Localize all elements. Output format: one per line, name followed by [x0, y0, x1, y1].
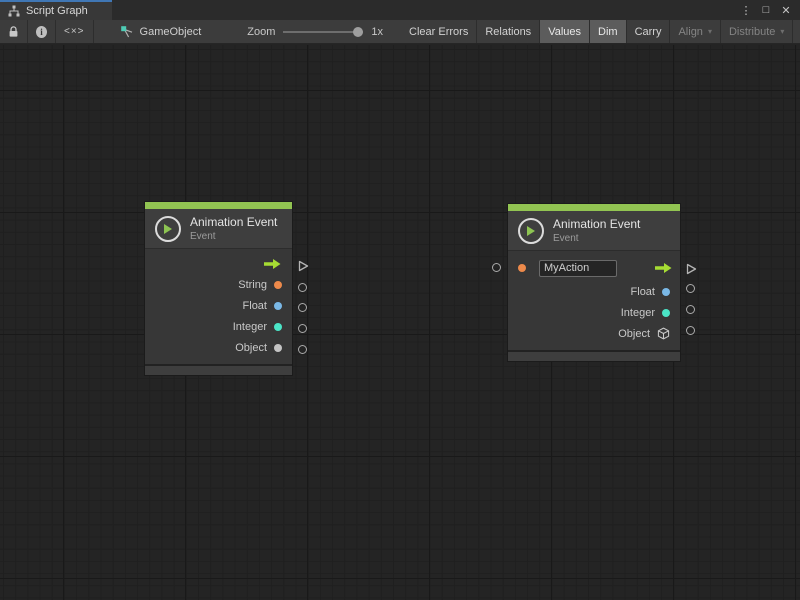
integer-port-dot [274, 323, 282, 331]
node-accent-bar [145, 202, 292, 209]
distribute-dropdown[interactable]: Distribute ▾ [721, 20, 793, 43]
node-header[interactable]: Animation Event Event [145, 209, 292, 249]
flow-output-row [145, 253, 292, 274]
graph-toolbar: i <×> GameObject Zoom 1x Clear Errors Re… [0, 20, 800, 44]
window-titlebar: Script Graph ⋮ □ ✕ [0, 0, 800, 20]
lock-icon [8, 26, 19, 38]
maximize-icon[interactable]: □ [758, 2, 774, 18]
string-port-dot [274, 281, 282, 289]
flow-arrow-icon [653, 262, 673, 274]
event-play-icon [518, 218, 544, 244]
output-row-object: Object [145, 337, 292, 358]
integer-output-port[interactable] [686, 305, 695, 314]
toolbar-spacer [94, 20, 110, 43]
port-label: Integer [621, 307, 655, 319]
output-row-float: Float [145, 295, 292, 316]
close-icon[interactable]: ✕ [778, 2, 794, 18]
node-animation-event-2[interactable]: Animation Event Event Float Integer O [508, 204, 680, 361]
port-label: String [238, 279, 267, 291]
output-row-integer: Integer [508, 302, 680, 323]
port-label: Object [235, 342, 267, 354]
inspect-button[interactable]: i [28, 20, 56, 43]
zoom-slider[interactable] [283, 27, 363, 37]
info-icon: i [36, 26, 47, 38]
node-accent-bar [508, 204, 680, 211]
flow-output-port[interactable] [685, 262, 697, 274]
lock-button[interactable] [0, 20, 28, 43]
output-row-string: String [145, 274, 292, 295]
menu-icon[interactable]: ⋮ [738, 2, 754, 18]
chevron-down-icon: ▾ [780, 27, 784, 36]
target-gameobject[interactable]: GameObject [110, 20, 212, 43]
node-subtitle: Event [190, 231, 277, 242]
output-row-object: Object [508, 323, 680, 344]
node-footer [145, 364, 292, 375]
port-label: Float [631, 286, 655, 298]
node-footer [508, 350, 680, 361]
string-output-port[interactable] [298, 283, 307, 292]
flow-output-port[interactable] [297, 259, 309, 271]
node-subtitle: Event [553, 233, 640, 244]
window-controls: ⋮ □ ✕ [738, 0, 800, 20]
node-title: Animation Event [190, 215, 277, 229]
align-label: Align [678, 26, 702, 38]
distribute-label: Distribute [729, 26, 775, 38]
zoom-slider-track[interactable] [283, 31, 363, 33]
output-row-float: Float [508, 281, 680, 302]
event-name-input[interactable] [539, 260, 617, 277]
zoom-slider-handle[interactable] [353, 27, 363, 37]
zoom-control: Zoom 1x [239, 20, 391, 43]
node-title: Animation Event [553, 217, 640, 231]
chevron-down-icon: ▾ [708, 27, 712, 36]
dim-toggle[interactable]: Dim [590, 20, 627, 43]
graph-canvas[interactable]: Animation Event Event String Float Integ… [0, 45, 800, 600]
name-input-row [508, 255, 680, 281]
name-port-dot [518, 264, 526, 272]
event-play-icon [155, 216, 181, 242]
float-output-port[interactable] [686, 284, 695, 293]
output-row-integer: Integer [145, 316, 292, 337]
port-label: Object [618, 328, 650, 340]
gameobject-icon [120, 25, 134, 39]
flow-arrow-icon [262, 258, 282, 270]
zoom-value: 1x [371, 26, 383, 38]
values-toggle[interactable]: Values [540, 20, 590, 43]
node-animation-event-1[interactable]: Animation Event Event String Float Integ… [145, 202, 292, 375]
tab-script-graph[interactable]: Script Graph [0, 0, 112, 20]
float-port-dot [662, 288, 670, 296]
script-graph-icon [8, 5, 20, 17]
name-input-port[interactable] [492, 263, 501, 272]
node-header[interactable]: Animation Event Event [508, 211, 680, 251]
float-port-dot [274, 302, 282, 310]
tab-title: Script Graph [26, 5, 88, 17]
clear-errors-button[interactable]: Clear Errors [401, 20, 477, 43]
integer-output-port[interactable] [298, 324, 307, 333]
object-output-port[interactable] [686, 326, 695, 335]
zoom-label: Zoom [247, 26, 275, 38]
overview-button[interactable]: Overview [793, 20, 800, 43]
object-port-dot [274, 344, 282, 352]
relations-button[interactable]: Relations [477, 20, 540, 43]
target-label: GameObject [140, 26, 202, 38]
integer-port-dot [662, 309, 670, 317]
port-label: Integer [233, 321, 267, 333]
code-view-button[interactable]: <×> [56, 20, 94, 43]
object-output-port[interactable] [298, 345, 307, 354]
port-label: Float [243, 300, 267, 312]
node-body: String Float Integer Object [145, 249, 292, 364]
node-body: Float Integer Object [508, 251, 680, 350]
cube-icon [657, 327, 670, 340]
carry-toggle[interactable]: Carry [627, 20, 671, 43]
float-output-port[interactable] [298, 303, 307, 312]
align-dropdown[interactable]: Align ▾ [670, 20, 720, 43]
